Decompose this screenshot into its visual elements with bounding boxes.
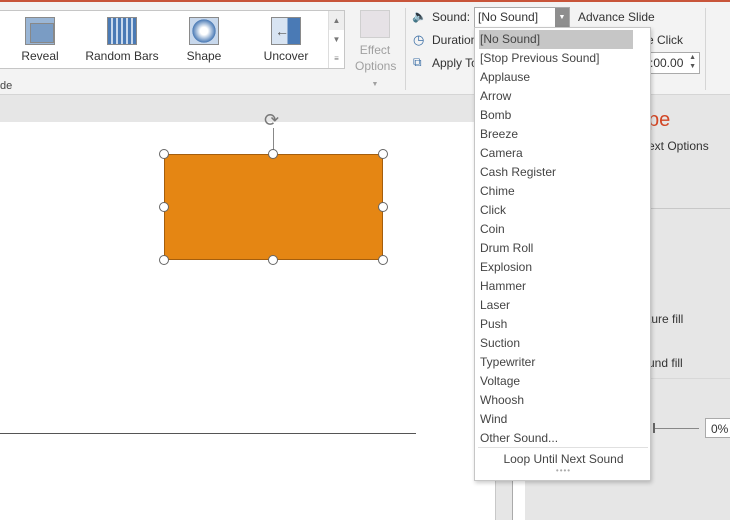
sound-option[interactable]: Drum Roll	[479, 239, 633, 258]
sound-option[interactable]: Hammer	[479, 277, 633, 296]
sound-option[interactable]: Breeze	[479, 125, 633, 144]
resize-handle[interactable]	[159, 255, 169, 265]
group-label: de	[0, 80, 13, 92]
random-bars-transition-icon	[107, 17, 137, 45]
pane-title: pe	[648, 109, 671, 131]
picture-fill-radio[interactable]: ture fill	[648, 312, 683, 326]
sound-option[interactable]: Typewriter	[479, 353, 633, 372]
group-separator	[705, 8, 706, 90]
resize-handle[interactable]	[159, 149, 169, 159]
gallery-scroll-down[interactable]: ▼	[328, 30, 344, 49]
transition-label: Shape	[186, 49, 222, 63]
transition-gallery: Reveal Random Bars Shape ← Uncover ▲ ▼ ≡	[0, 10, 345, 69]
resize-handle[interactable]	[159, 202, 169, 212]
transparency-input[interactable]: 0%	[705, 418, 730, 438]
sound-option[interactable]: Click	[479, 201, 633, 220]
sound-option[interactable]: [Stop Previous Sound]	[479, 49, 633, 68]
transition-reveal[interactable]: Reveal	[0, 11, 80, 69]
sound-option[interactable]: Whoosh	[479, 391, 633, 410]
orange-rectangle-shape[interactable]	[164, 154, 383, 260]
sound-select-value: [No Sound]	[478, 10, 539, 24]
advance-slide-label: Advance Slide	[578, 10, 655, 24]
sound-option[interactable]: Applause	[479, 68, 633, 87]
shape-transition-icon	[189, 17, 219, 45]
slide-line[interactable]	[0, 433, 416, 434]
sound-option[interactable]: Wind	[479, 410, 633, 429]
transition-shape[interactable]: Shape	[164, 11, 244, 69]
uncover-transition-icon: ←	[271, 17, 301, 45]
sound-option[interactable]: Arrow	[479, 87, 633, 106]
resize-handle[interactable]	[268, 255, 278, 265]
resize-grip-icon[interactable]: ••••	[475, 466, 652, 475]
after-time-value: :00.00	[650, 56, 684, 70]
slide-area-top-margin	[0, 95, 495, 122]
on-mouse-click-checkbox[interactable]: e Click	[647, 33, 683, 47]
reveal-transition-icon	[25, 17, 55, 45]
sound-label: Sound:	[432, 10, 471, 24]
transparency-slider[interactable]	[653, 428, 699, 429]
tab-text-options[interactable]: ext Options	[648, 139, 709, 153]
resize-handle[interactable]	[378, 202, 388, 212]
gallery-more-button[interactable]: ≡	[328, 49, 344, 68]
clock-icon: ◷	[413, 32, 425, 47]
resize-handle[interactable]	[378, 255, 388, 265]
background-fill-radio[interactable]: und fill	[648, 356, 683, 370]
sound-option[interactable]: Chime	[479, 182, 633, 201]
sound-option[interactable]: [No Sound]	[479, 30, 633, 49]
transparency-value: 0%	[711, 422, 729, 436]
resize-handle[interactable]	[268, 149, 278, 159]
apply-to-all-icon: ⧉	[413, 55, 422, 69]
slider-thumb[interactable]	[653, 423, 655, 433]
effect-options-button[interactable]: Effect Options ▼	[355, 10, 397, 93]
sound-option[interactable]: Camera	[479, 144, 633, 163]
effect-options-icon	[360, 10, 390, 38]
sound-icon: 🔈	[412, 9, 427, 23]
sound-option[interactable]: Push	[479, 315, 633, 334]
sound-option[interactable]: Explosion	[479, 258, 633, 277]
apply-to-all-button[interactable]: Apply To	[432, 56, 478, 70]
sound-option[interactable]: Voltage	[479, 372, 633, 391]
resize-handle[interactable]	[378, 149, 388, 159]
rotate-handle-icon[interactable]: ⟳	[264, 110, 279, 131]
sound-option[interactable]: Other Sound...	[479, 429, 633, 448]
effect-options-label: Effect Options	[355, 43, 397, 73]
loop-until-next-sound-option[interactable]: Loop Until Next Sound	[475, 452, 652, 466]
transition-label: Random Bars	[85, 49, 159, 63]
transition-uncover[interactable]: ← Uncover	[246, 11, 326, 69]
duration-label: Duration	[432, 33, 478, 47]
transition-label: Uncover	[263, 49, 309, 63]
chevron-down-icon[interactable]: ▼	[555, 8, 569, 27]
transition-label: Reveal	[21, 49, 59, 63]
sound-option[interactable]: Bomb	[479, 106, 633, 125]
spinner-arrows-icon[interactable]: ▲ ▼	[689, 53, 696, 71]
sound-select[interactable]: [No Sound] ▼	[474, 7, 570, 28]
menu-separator	[478, 447, 648, 448]
sound-option[interactable]: Cash Register	[479, 163, 633, 182]
after-time-spinner[interactable]: :00.00 ▲ ▼	[645, 52, 700, 74]
sound-option[interactable]: Suction	[479, 334, 633, 353]
sound-option[interactable]: Coin	[479, 220, 633, 239]
sound-dropdown-list: [No Sound] [Stop Previous Sound] Applause A…	[474, 27, 651, 481]
group-separator	[405, 8, 406, 90]
sound-option[interactable]: Laser	[479, 296, 633, 315]
gallery-scroll-up[interactable]: ▲	[328, 11, 344, 30]
transition-random-bars[interactable]: Random Bars	[82, 11, 162, 69]
